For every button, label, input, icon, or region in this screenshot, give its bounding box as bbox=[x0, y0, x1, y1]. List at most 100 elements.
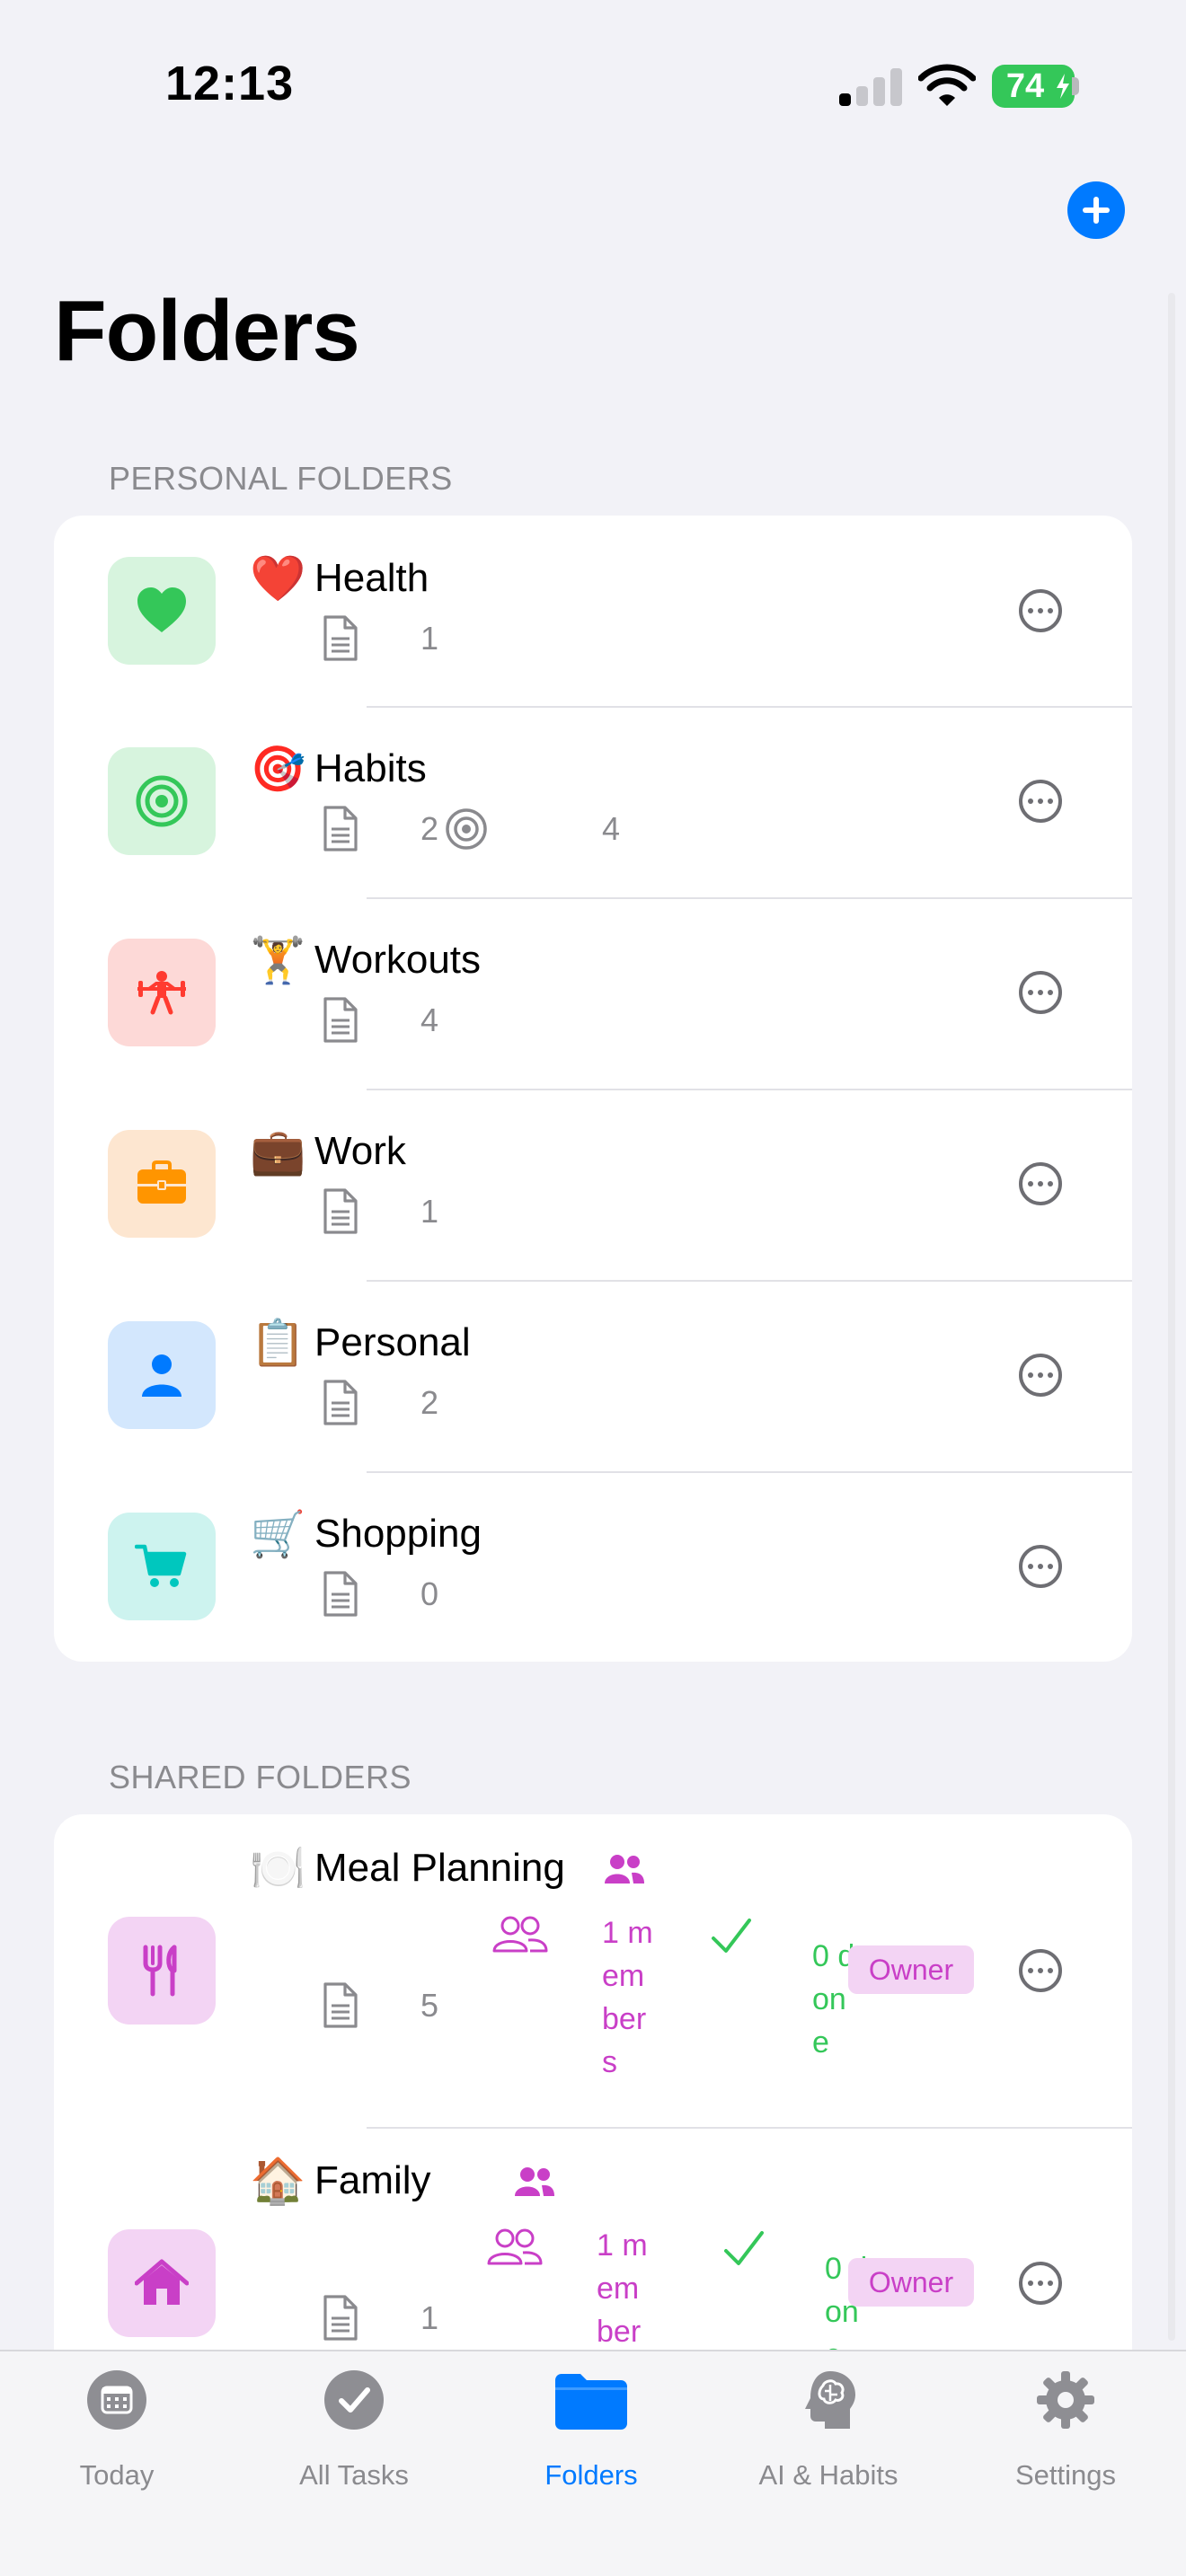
row-divider bbox=[367, 706, 1132, 708]
wifi-icon bbox=[918, 64, 976, 106]
row-divider bbox=[367, 1471, 1132, 1473]
folder-name: Meal Planning bbox=[314, 1846, 565, 1890]
folder-row-shopping[interactable]: 🛒 Shopping 0 bbox=[54, 1471, 1132, 1662]
briefcase-icon bbox=[108, 1130, 216, 1238]
tab-label: All Tasks bbox=[299, 2459, 409, 2491]
document-icon bbox=[320, 1981, 359, 2030]
weightlifter-icon bbox=[108, 939, 216, 1046]
more-options-button[interactable] bbox=[1019, 1949, 1062, 1992]
battery-level: 74 bbox=[1005, 67, 1045, 105]
shared-folders-card: 🍽️ Meal Planning 5 1 members 0 done Owne… bbox=[54, 1814, 1132, 2443]
folder-name: Shopping bbox=[314, 1512, 482, 1556]
more-options-button[interactable] bbox=[1019, 971, 1062, 1014]
folder-name: Health bbox=[314, 556, 429, 600]
target-icon bbox=[108, 747, 216, 855]
calendar-icon bbox=[87, 2370, 146, 2430]
folder-row-health[interactable]: ❤️ Health 1 bbox=[54, 516, 1132, 706]
document-icon bbox=[320, 996, 359, 1045]
more-options-button[interactable] bbox=[1019, 589, 1062, 632]
folder-emoji: 🎯 bbox=[250, 744, 306, 794]
page-title: Folders bbox=[54, 283, 360, 379]
note-count: 2 bbox=[420, 810, 439, 847]
tab-settings[interactable]: Settings bbox=[976, 2369, 1155, 2504]
row-divider bbox=[367, 1089, 1132, 1090]
folder-name: Work bbox=[314, 1129, 406, 1173]
tab-all-tasks[interactable]: All Tasks bbox=[264, 2369, 444, 2504]
person-icon bbox=[108, 1321, 216, 1429]
folder-row-work[interactable]: 💼 Work 1 bbox=[54, 1089, 1132, 1280]
more-options-button[interactable] bbox=[1019, 1162, 1062, 1205]
folder-emoji: 💼 bbox=[250, 1126, 306, 1177]
shared-folders-header: SHARED FOLDERS bbox=[109, 1759, 412, 1795]
battery-tip bbox=[1072, 77, 1079, 95]
personal-folders-header: PERSONAL FOLDERS bbox=[109, 460, 453, 497]
tab-label: Folders bbox=[544, 2459, 638, 2491]
checkmark-circle-icon bbox=[324, 2370, 384, 2430]
heart-icon bbox=[108, 557, 216, 665]
folder-emoji: 📋 bbox=[250, 1318, 306, 1368]
tab-label: Settings bbox=[1014, 2459, 1116, 2491]
tab-today[interactable]: Today bbox=[27, 2369, 207, 2504]
more-options-button[interactable] bbox=[1019, 780, 1062, 823]
document-icon bbox=[320, 1379, 359, 1427]
note-count: 1 bbox=[420, 620, 439, 657]
folder-emoji: 🏋️ bbox=[250, 935, 306, 985]
scroll-indicator[interactable] bbox=[1168, 293, 1175, 2341]
brain-head-icon bbox=[805, 2371, 855, 2429]
folder-row-meal-planning[interactable]: 🍽️ Meal Planning 5 1 members 0 done Owne… bbox=[54, 1814, 1132, 2127]
house-icon bbox=[108, 2229, 216, 2337]
owner-badge: Owner bbox=[848, 1945, 974, 1994]
folder-name: Family bbox=[314, 2158, 431, 2202]
more-options-button[interactable] bbox=[1019, 1545, 1062, 1588]
habit-target-icon bbox=[444, 807, 489, 851]
folder-name: Workouts bbox=[314, 938, 482, 982]
checkmark-icon bbox=[722, 2229, 766, 2269]
members-count: 1 members bbox=[597, 2228, 648, 2349]
status-time: 12:13 bbox=[165, 57, 295, 110]
cart-icon bbox=[108, 1513, 216, 1620]
owner-badge: Owner bbox=[848, 2258, 974, 2307]
document-icon bbox=[320, 614, 359, 663]
note-count: 0 bbox=[420, 1575, 439, 1612]
folder-icon bbox=[555, 2374, 627, 2430]
folder-row-personal[interactable]: 📋 Personal 2 bbox=[54, 1280, 1132, 1471]
tab-folders[interactable]: Folders bbox=[501, 2369, 681, 2504]
status-bar: 12:13 74 bbox=[0, 0, 1186, 171]
personal-folders-card: ❤️ Health 1 🎯 Habits 2 4 🏋️ Workouts 4 💼… bbox=[54, 516, 1132, 1662]
cellular-signal-icon bbox=[839, 68, 902, 106]
members-icon bbox=[485, 2228, 544, 2267]
row-divider bbox=[367, 1280, 1132, 1282]
note-count: 1 bbox=[420, 1193, 439, 1230]
note-count: 1 bbox=[420, 2299, 439, 2336]
folder-name: Personal bbox=[314, 1320, 471, 1364]
members-count: 1 members bbox=[602, 1916, 653, 2079]
more-options-button[interactable] bbox=[1019, 2262, 1062, 2305]
tab-bar: Today All Tasks Folders AI & Habits Sett… bbox=[0, 2350, 1186, 2576]
habit-count: 4 bbox=[602, 810, 621, 847]
document-icon bbox=[320, 1570, 359, 1619]
add-folder-button[interactable] bbox=[1067, 181, 1125, 239]
gear-icon bbox=[1037, 2371, 1094, 2429]
document-icon bbox=[320, 1187, 359, 1236]
row-divider bbox=[367, 897, 1132, 899]
checkmark-icon bbox=[710, 1917, 753, 1956]
folder-name: Habits bbox=[314, 746, 427, 790]
tab-ai-habits[interactable]: AI & Habits bbox=[739, 2369, 918, 2504]
more-options-button[interactable] bbox=[1019, 1354, 1062, 1397]
note-count: 5 bbox=[420, 1987, 439, 2024]
tab-label: Today bbox=[79, 2459, 155, 2491]
document-icon bbox=[320, 2294, 359, 2342]
shared-people-icon bbox=[514, 2166, 555, 2197]
battery-icon: 74 bbox=[992, 65, 1075, 108]
shared-people-icon bbox=[604, 1854, 645, 1884]
row-divider bbox=[367, 2127, 1132, 2129]
tab-label: AI & Habits bbox=[758, 2459, 898, 2491]
folder-emoji: 🛒 bbox=[250, 1509, 306, 1559]
folder-emoji: ❤️ bbox=[250, 553, 306, 604]
note-count: 2 bbox=[420, 1384, 439, 1421]
folder-emoji: 🍽️ bbox=[250, 1843, 306, 1893]
folder-row-habits[interactable]: 🎯 Habits 2 4 bbox=[54, 706, 1132, 897]
folder-row-workouts[interactable]: 🏋️ Workouts 4 bbox=[54, 897, 1132, 1089]
document-icon bbox=[320, 805, 359, 853]
folder-emoji: 🏠 bbox=[250, 2156, 306, 2206]
